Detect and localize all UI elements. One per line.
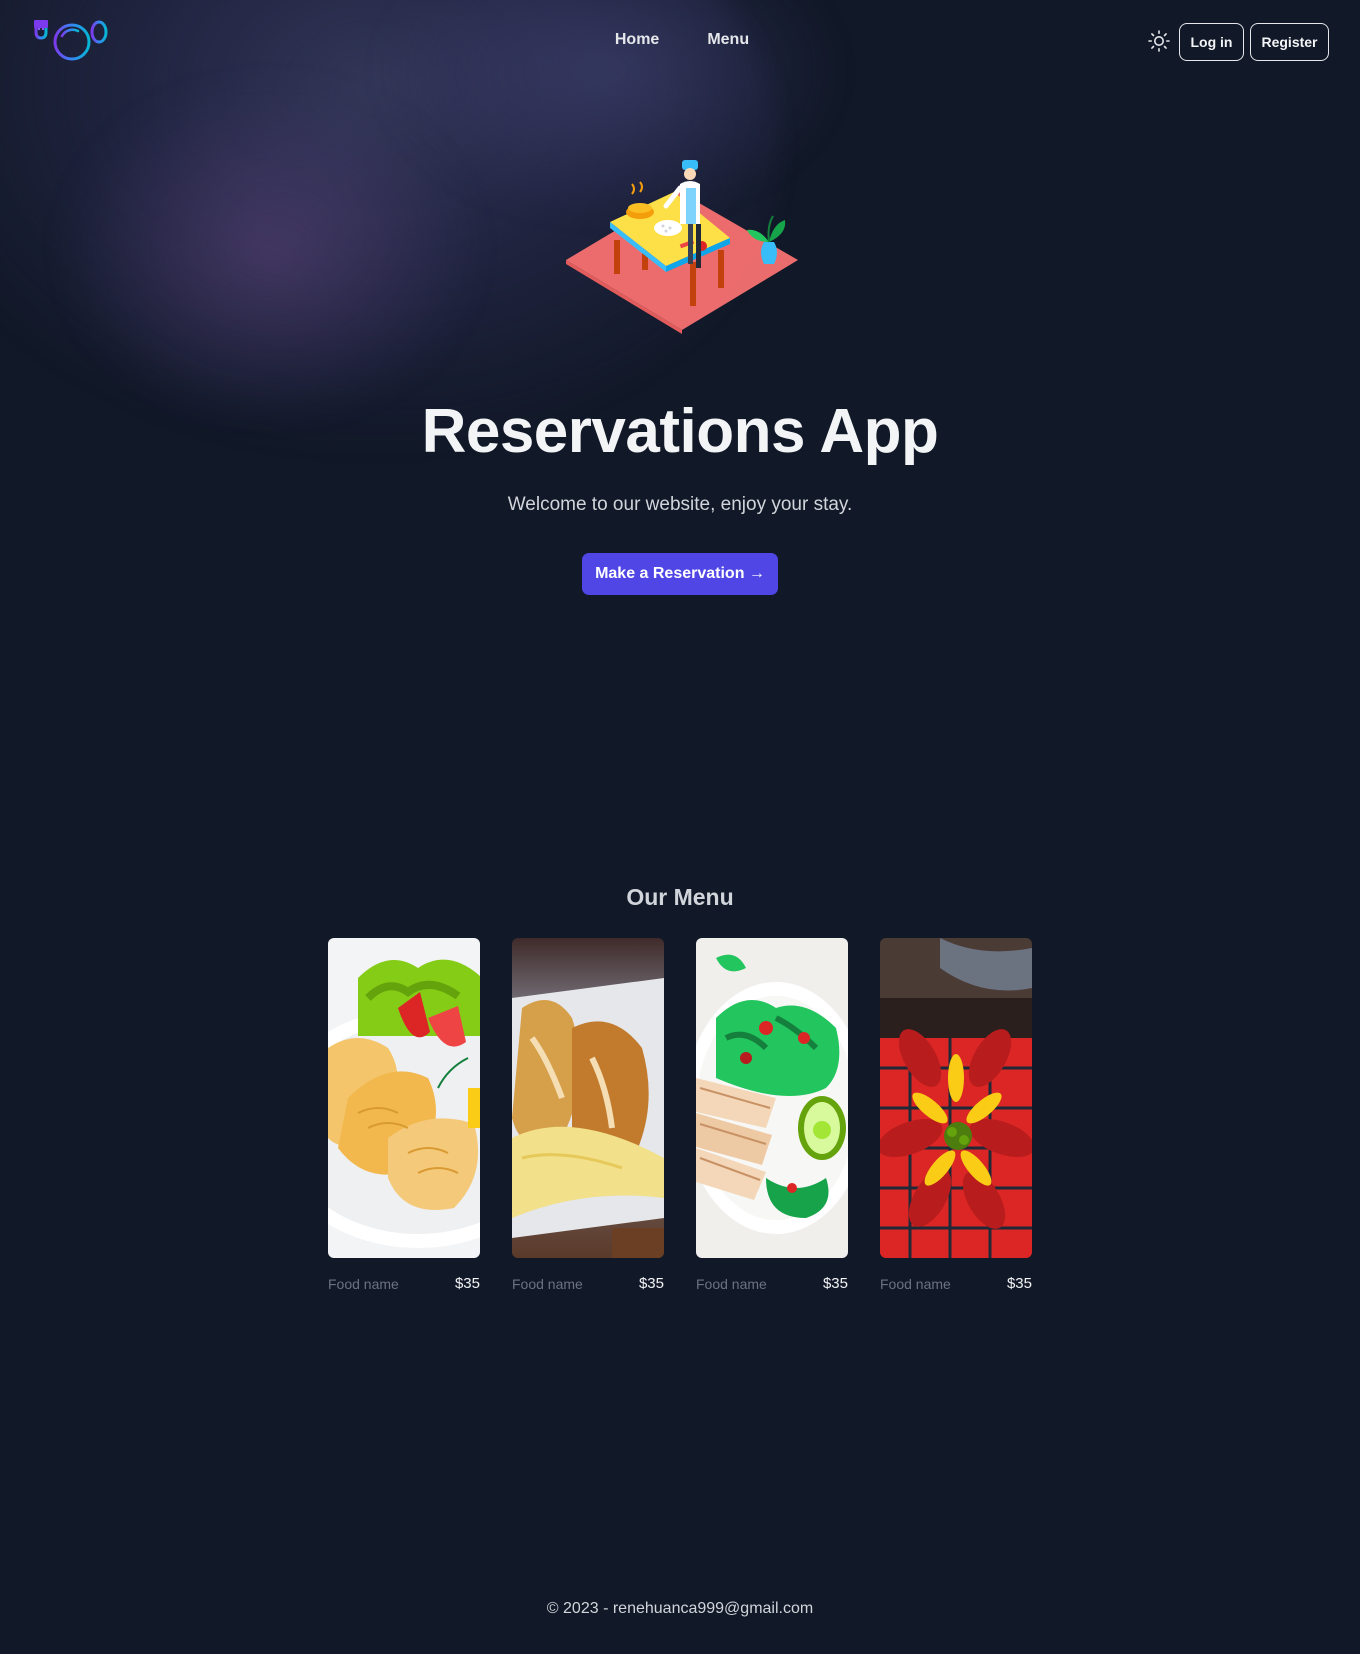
crayfish-lemon-platter-photo bbox=[880, 938, 1032, 1258]
menu-card[interactable]: Food name $35 bbox=[880, 938, 1032, 1298]
chef-cooking-illustration bbox=[562, 158, 802, 334]
make-reservation-button[interactable]: Make a Reservation → bbox=[582, 553, 778, 595]
hero-subtitle: Welcome to our website, enjoy your stay. bbox=[507, 494, 853, 515]
menu-card[interactable]: Food name $35 bbox=[512, 938, 664, 1298]
menu-item-name: Food name bbox=[328, 1276, 399, 1292]
chicken-avocado-salad-photo bbox=[696, 938, 848, 1258]
sun-icon bbox=[1148, 30, 1170, 52]
footer-text: © 2023 - renehuanca999@gmail.com bbox=[546, 1600, 814, 1617]
register-button[interactable]: Register bbox=[1250, 23, 1329, 61]
menu-item-price: $35 bbox=[638, 1275, 664, 1292]
nav-home-link[interactable]: Home bbox=[615, 31, 659, 49]
menu-item-price: $35 bbox=[1006, 1275, 1032, 1292]
fish-fillet-salad-photo bbox=[328, 938, 480, 1258]
menu-card[interactable]: Food name $35 bbox=[328, 938, 480, 1298]
menu-item-name: Food name bbox=[880, 1276, 951, 1292]
menu-item-name: Food name bbox=[696, 1276, 767, 1292]
page: Home Menu Log in Register Reservations A… bbox=[0, 0, 1360, 1654]
menu-item-name: Food name bbox=[512, 1276, 583, 1292]
background-glow bbox=[60, 80, 480, 420]
menu-card[interactable]: Food name $35 bbox=[696, 938, 848, 1298]
breaded-chicken-sauce-photo bbox=[512, 938, 664, 1258]
menu-item-price: $35 bbox=[454, 1275, 480, 1292]
login-button[interactable]: Log in bbox=[1179, 23, 1244, 61]
nav-menu-link[interactable]: Menu bbox=[707, 31, 749, 49]
menu-item-price: $35 bbox=[822, 1275, 848, 1292]
hero-title: Reservations App bbox=[421, 397, 939, 466]
menu-grid: Food name $35 Food name $35 Food name $3… bbox=[328, 938, 1032, 1298]
site-header: Home Menu Log in Register bbox=[0, 0, 1360, 84]
menu-heading: Our Menu bbox=[626, 884, 734, 910]
site-footer: © 2023 - renehuanca999@gmail.com bbox=[0, 1600, 1360, 1618]
theme-toggle-button[interactable] bbox=[1147, 29, 1171, 53]
